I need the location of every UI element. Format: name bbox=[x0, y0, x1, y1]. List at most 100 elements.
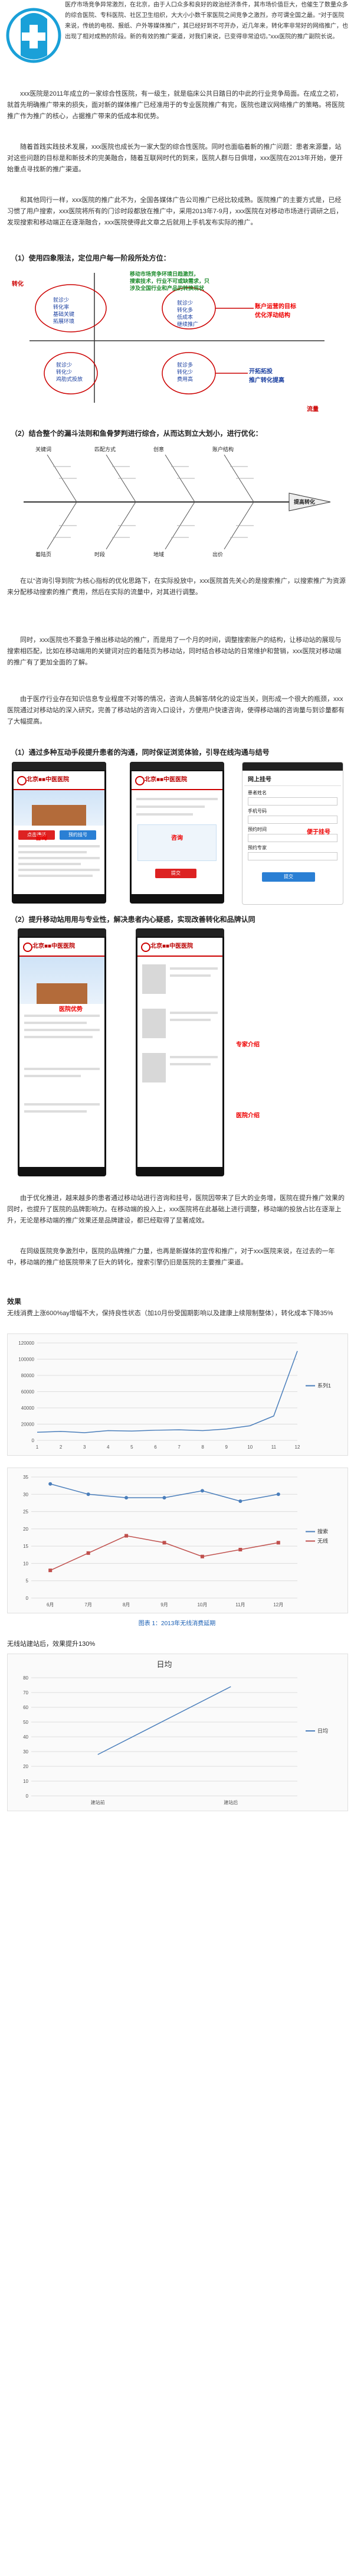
quadrant-tl-box: 就诊少 转化率 基础关键 拓展环境 bbox=[53, 296, 74, 325]
phone-screenshot-experts: 北京■■中医医院 bbox=[136, 928, 224, 1176]
data-point bbox=[238, 1499, 242, 1503]
body-paragraph-1: xxx医院是2011年成立的一家综合性医院，有一级生，就是临床公共日踏日的中此的… bbox=[7, 90, 345, 120]
hospital-banner bbox=[14, 790, 104, 826]
data-point bbox=[200, 1489, 204, 1493]
data-point bbox=[48, 1569, 53, 1573]
annotation-register: 便于挂号 bbox=[307, 829, 330, 836]
heading-fishbone: （2）结合整个的漏斗法则和鱼骨梦判进行综合，从而达到立大划小，进行优化： bbox=[11, 429, 263, 438]
body-paragraph-8: 在同级医院竞争激烈中，医院的品牌推广力量，也再是新媒体的宣传和推广，对于xxx医… bbox=[7, 1248, 335, 1266]
expert-select[interactable] bbox=[248, 852, 337, 860]
effects-text: 无线消费上涨600%ay增幅不大，保持良性状态（加10月份受国期影响以及建康上续… bbox=[7, 1310, 333, 1317]
x-tick-label: 10 bbox=[247, 1444, 253, 1450]
appointment-button[interactable]: 预约挂号 bbox=[60, 830, 96, 840]
x-tick-label: 8月 bbox=[123, 1602, 130, 1607]
body-paragraph-6: 由于医疗行业存在知识信息专业程度不对等的情况，咨询人员解答/转化的设定当关，则形… bbox=[7, 696, 345, 725]
quadrant-tl-line: 基础关键 bbox=[53, 311, 75, 317]
y-tick-label: 30 bbox=[23, 1749, 28, 1755]
body-paragraph-7: 由于优化推进，越来越多的患者通过移动站进行咨询和挂号，医院因带来了巨大的业务增，… bbox=[7, 1195, 345, 1224]
chat-send-button[interactable]: 提交 bbox=[155, 869, 196, 878]
name-field[interactable] bbox=[248, 797, 337, 806]
annotation-consult-mid: 咨询 bbox=[171, 835, 183, 842]
phone-field[interactable] bbox=[248, 816, 337, 824]
x-tick-label: 11月 bbox=[235, 1602, 245, 1607]
legend-label: 日均 bbox=[317, 1727, 328, 1734]
chart-consumption-svg: 0200004000060000800001000001200001 2 3 4 5 6 7… bbox=[18, 1341, 331, 1450]
annotation-intro: 医院介绍 bbox=[236, 1113, 260, 1119]
hospital-header: 北京■■中医医院 bbox=[14, 771, 104, 790]
fishbone-bone-label: 匹配方式 bbox=[94, 446, 116, 452]
legend-label: 搜索 bbox=[317, 1528, 328, 1535]
x-tick-label: 4 bbox=[107, 1444, 110, 1450]
form-title: 网上挂号 bbox=[244, 772, 341, 786]
chart-consumption: 0 20000 40000 60000 80000 100000 120000 1 2 3 4 5 6 7… bbox=[7, 1333, 348, 1456]
quadrant-tr-line: 就诊少 bbox=[177, 300, 194, 306]
fishbone-lines bbox=[24, 454, 331, 550]
y-tick-label: 10 bbox=[23, 1779, 28, 1784]
x-tick-label: 7 bbox=[178, 1444, 181, 1450]
body-paragraph-3: 和其他同行一样，xxx医院的推广此不为，全国各媒体广告公司推广已经比较成熟。医院… bbox=[7, 197, 343, 226]
annotation-consult-left: 咨询 bbox=[35, 835, 47, 842]
phone-screen: 北京■■中医医院 bbox=[137, 938, 222, 1167]
data-point bbox=[86, 1492, 90, 1496]
x-tick-label: 6月 bbox=[47, 1602, 54, 1607]
phone-screen: 北京■■中医医院 bbox=[19, 938, 104, 1167]
y-tick-label: 25 bbox=[23, 1509, 28, 1515]
x-tick-label: 10月 bbox=[197, 1602, 207, 1607]
y-tick-label: 70 bbox=[23, 1690, 28, 1695]
quadrant-tr-red2: 优化浮动结构 bbox=[255, 312, 290, 319]
y-tick-label: 20 bbox=[23, 1764, 28, 1769]
x-tick-label: 9月 bbox=[160, 1602, 168, 1607]
annotation-advantages: 医院优势 bbox=[59, 1006, 83, 1013]
data-point bbox=[276, 1492, 280, 1496]
fishbone-diagram: 提高转化 关键词 匹配方式 创意 账户结构 着陆页 时段 地域 出价 bbox=[12, 443, 342, 561]
y-tick-label: 50 bbox=[23, 1720, 28, 1725]
y-tick-label: 40000 bbox=[21, 1406, 35, 1411]
x-tick-label: 12月 bbox=[273, 1602, 283, 1607]
quadrant-tr-line: 低成本 bbox=[177, 314, 194, 320]
y-tick-label: 80000 bbox=[21, 1373, 35, 1378]
phone-screen: 北京■■中医医院 点击通话 预约挂号 bbox=[14, 771, 104, 894]
quadrant-br-box: 就诊多 转化少 费用高 bbox=[177, 361, 193, 383]
quadrant-tr-line: 继续推广 bbox=[177, 321, 199, 327]
fishbone-bone-label: 出价 bbox=[212, 552, 224, 557]
fishbone-bone-label: 账户结构 bbox=[212, 446, 234, 452]
quadrant-br-line: 就诊多 bbox=[177, 362, 194, 368]
legend-label: 系列1 bbox=[317, 1382, 331, 1389]
y-tick-label: 5 bbox=[26, 1579, 29, 1584]
quadrant-br-line: 费用高 bbox=[177, 376, 194, 382]
phone-screenshot-advantages: 北京■■中医医院 bbox=[18, 928, 106, 1176]
y-tick-label: 35 bbox=[23, 1475, 28, 1480]
chart-caption: 图表 1：2013年无线消费延期 bbox=[138, 1620, 216, 1627]
y-tick-label: 15 bbox=[23, 1544, 28, 1549]
y-tick-label: 0 bbox=[32, 1438, 35, 1443]
hospital-logo-illustration bbox=[6, 8, 61, 63]
body-paragraph-5: 同时，xxx医院也不要急于推出移动站的推广，而是用了一个月的时间，调整搜索账户的… bbox=[7, 637, 342, 666]
quadrant-bl-box: 就诊少 转化少 鸡肋式投放 bbox=[56, 361, 83, 383]
quadrant-bl-line: 就诊少 bbox=[56, 362, 73, 368]
x-tick-label: 12 bbox=[295, 1444, 300, 1450]
quadrant-tr-line: 转化多 bbox=[177, 307, 194, 313]
form-field-label: 预约专家 bbox=[248, 845, 267, 850]
data-point bbox=[200, 1554, 204, 1558]
quadrant-tl-line: 拓展环境 bbox=[53, 318, 75, 324]
quadrant-br-red2: 推广转化提高 bbox=[249, 377, 284, 384]
fishbone-bone-label: 创意 bbox=[153, 446, 165, 452]
data-point bbox=[238, 1548, 242, 1551]
series-line bbox=[97, 1686, 231, 1755]
quadrant-tl-line: 转化率 bbox=[53, 304, 70, 310]
y-tick-label: 30 bbox=[23, 1492, 28, 1497]
x-tick-label: 建站后 bbox=[224, 1799, 238, 1805]
y-tick-label: 0 bbox=[26, 1596, 29, 1601]
y-tick-label: 100000 bbox=[18, 1357, 34, 1362]
quadrant-tr-note-line: 搜索技术，行业不可或缺需求，只 bbox=[130, 278, 210, 284]
hospital-header: 北京■■中医医院 bbox=[19, 938, 104, 957]
data-point bbox=[124, 1534, 129, 1538]
submit-button[interactable]: 提交 bbox=[262, 872, 315, 882]
chart-search-vs-mobile: 0 5 10 15 20 25 30 35 6月 7月 8月 9月 10月 11月 12月 搜索 无线 bbox=[7, 1468, 348, 1613]
chart-daily-average-svg: 日均 0 10 20 30 40 50 60 70 80 建站前 建站后 日均 bbox=[23, 1660, 328, 1805]
quadrant-tr-note-line: 涉及全国行业和产品的转换现状 bbox=[130, 285, 205, 291]
fishbone-bone-label: 着陆页 bbox=[35, 552, 52, 557]
quadrant-tr-box: 就诊少 转化多 低成本 继续推广 bbox=[177, 299, 198, 328]
chart-search-vs-mobile-svg: 0 5 10 15 20 25 30 35 6月 7月 8月 9月 10月 11月 12月 搜索无线 bbox=[23, 1475, 328, 1607]
chart-daily-average: 日均 0 10 20 30 40 50 60 70 80 建站前 建站后 日均 bbox=[7, 1654, 348, 1811]
